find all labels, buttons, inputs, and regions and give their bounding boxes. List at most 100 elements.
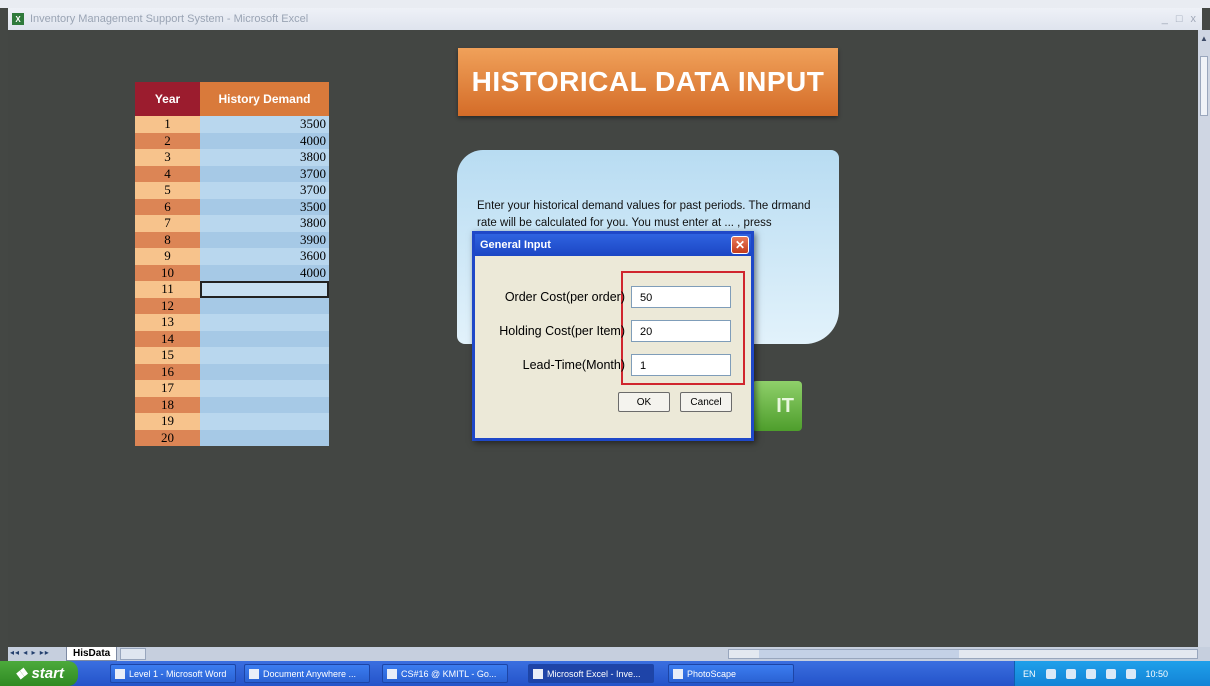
year-cell[interactable]: 8 [135,231,200,248]
submit-button[interactable]: IT [752,381,802,431]
year-cell[interactable]: 10 [135,264,200,281]
help-icon[interactable] [1065,668,1076,679]
demand-cell[interactable]: 3500 [200,116,329,133]
year-cell[interactable]: 20 [135,429,200,446]
photo-margin [0,0,1210,8]
demand-cell[interactable] [200,363,329,380]
maximize-button[interactable]: □ [1176,13,1183,25]
demand-cell[interactable]: 3500 [200,198,329,215]
demand-cell[interactable]: 3800 [200,149,329,166]
taskbar-item-excel[interactable]: Microsoft Excel - Inve... [528,664,654,683]
taskbar-item-browser[interactable]: CS#16 @ KMITL - Go... [382,664,508,683]
year-cell[interactable]: 7 [135,215,200,232]
minimize-button[interactable]: _ [1162,13,1168,25]
ok-button[interactable]: OK [618,392,670,412]
table-row: 14 [135,330,329,347]
year-cell[interactable]: 11 [135,281,200,298]
year-cell[interactable]: 19 [135,413,200,430]
year-cell[interactable]: 12 [135,297,200,314]
horizontal-scrollbar-thumb[interactable] [759,650,959,658]
year-cell[interactable]: 2 [135,132,200,149]
scroll-up-icon[interactable]: ▲ [1200,34,1208,43]
cancel-button[interactable]: Cancel [680,392,732,412]
table-row: 19 [135,413,329,430]
demand-cell[interactable]: 3800 [200,215,329,232]
demand-cell[interactable]: 3700 [200,182,329,199]
table-row: 5 3700 [135,182,329,199]
demand-cell[interactable]: 4000 [200,264,329,281]
year-cell[interactable]: 18 [135,396,200,413]
year-cell[interactable]: 16 [135,363,200,380]
demand-cell[interactable]: 3700 [200,165,329,182]
year-cell[interactable]: 15 [135,347,200,364]
security-icon[interactable] [1125,668,1136,679]
holding-cost-field[interactable]: 20 [631,320,731,342]
year-cell[interactable]: 5 [135,182,200,199]
sheet-nav-arrows[interactable]: ◂◂ ◂ ▸ ▸▸ [10,648,50,657]
year-cell[interactable]: 4 [135,165,200,182]
order-cost-field[interactable]: 50 [631,286,731,308]
year-cell[interactable]: 13 [135,314,200,331]
demand-cell[interactable] [200,281,329,298]
table-row: 9 3600 [135,248,329,265]
history-demand-table: Year History Demand 1 3500 2 4000 3 3800 4 3700… [135,82,329,446]
windows-logo-icon: ❖ [14,665,28,683]
demand-cell[interactable]: 3600 [200,248,329,265]
year-cell[interactable]: 6 [135,198,200,215]
start-label: start [31,665,64,682]
vertical-scrollbar[interactable]: ▲ [1198,30,1210,647]
taskbar-item-label: Document Anywhere ... [263,668,357,679]
taskbar-item-document-anywhere[interactable]: Document Anywhere ... [244,664,370,683]
window-title: Inventory Management Support System - Mi… [30,13,309,25]
order-cost-row: Order Cost(per order) 50 [475,286,751,310]
insert-sheet-tab[interactable] [120,648,146,660]
table-row: 12 [135,297,329,314]
table-row: 18 [135,396,329,413]
horizontal-scrollbar[interactable] [728,649,1198,659]
table-row: 2 4000 [135,132,329,149]
demand-cell[interactable]: 4000 [200,132,329,149]
table-row: 3 3800 [135,149,329,166]
year-cell[interactable]: 17 [135,380,200,397]
year-cell[interactable]: 14 [135,330,200,347]
network-icon[interactable] [1085,668,1096,679]
taskbar-item-label: Microsoft Excel - Inve... [547,668,641,679]
volume-icon[interactable] [1105,668,1116,679]
table-row: 17 [135,380,329,397]
demand-cell[interactable] [200,347,329,364]
demand-cell[interactable] [200,314,329,331]
holding-cost-row: Holding Cost(per Item) 20 [475,320,751,344]
tab-hisdata[interactable]: HisData [66,647,118,661]
table-row: 11 [135,281,329,298]
table-row: 6 3500 [135,198,329,215]
table-row: 15 [135,347,329,364]
taskbar-item-word[interactable]: Level 1 - Microsoft Word [110,664,236,683]
demand-cell[interactable] [200,429,329,446]
taskbar-item-label: CS#16 @ KMITL - Go... [401,668,497,679]
dialog-close-button[interactable]: ✕ [731,236,749,254]
year-cell[interactable]: 3 [135,149,200,166]
table-row: 7 3800 [135,215,329,232]
taskbar-item-photoscape[interactable]: PhotoScape [668,664,794,683]
close-window-button[interactable]: x [1191,13,1197,25]
table-row: 10 4000 [135,264,329,281]
language-indicator[interactable]: EN [1023,669,1036,679]
scrollbar-thumb[interactable] [1200,56,1208,116]
demand-cell[interactable] [200,330,329,347]
demand-cell[interactable] [200,413,329,430]
system-tray: EN 10:50 [1014,661,1210,686]
window-controls: _ □ x [1162,13,1202,25]
lead-time-field[interactable]: 1 [631,354,731,376]
year-cell[interactable]: 1 [135,116,200,133]
demand-cell[interactable]: 3900 [200,231,329,248]
keyboard-icon[interactable] [1045,668,1056,679]
year-cell[interactable]: 9 [135,248,200,265]
window-title-bar: X Inventory Management Support System - … [8,8,1202,30]
demand-cell[interactable] [200,380,329,397]
windows-taskbar: ❖ start Level 1 - Microsoft Word Documen… [0,661,1210,686]
page-title-banner: HISTORICAL DATA INPUT [458,48,838,116]
demand-cell[interactable] [200,396,329,413]
start-button[interactable]: ❖ start [0,661,78,686]
demand-cell[interactable] [200,297,329,314]
lead-time-label: Lead-Time(Month) [522,358,625,372]
